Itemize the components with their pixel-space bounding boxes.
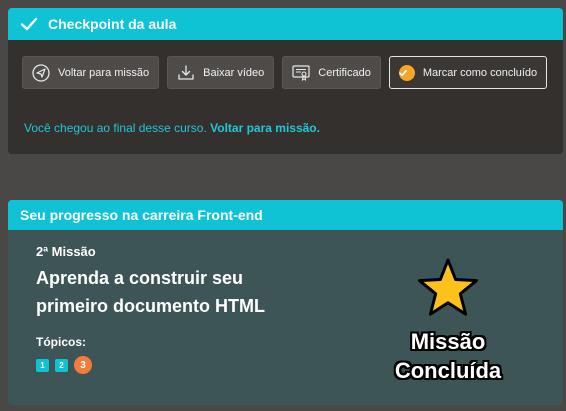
mission-title: Aprenda a construir seu primeiro documen… [36,268,265,316]
course-end-text: Você chegou ao final desse curso. [24,121,207,135]
check-circle-icon [398,64,415,81]
career-progress-card: Seu progresso na carreira Front-end 2ª M… [8,200,563,405]
checkpoint-title: Checkpoint da aula [48,16,177,32]
mark-complete-button[interactable]: Marcar como concluído [388,56,548,89]
course-end-message: Você chegou ao final desse curso. Voltar… [24,121,320,135]
send-icon [32,63,50,82]
topics-list: 1 2 3 [36,356,92,374]
topic-badge-3[interactable]: 3 [74,356,92,374]
mark-complete-label: Marcar como concluído [422,66,538,79]
checkpoint-actions: Voltar para missão Baixar vídeo Certific… [22,56,548,89]
certificate-icon [292,64,310,81]
mission-status-line1: Missão [410,329,486,354]
checkpoint-header: Checkpoint da aula [8,8,563,40]
mission-status-line2: Concluída [394,358,502,383]
mission-number: 2ª Missão [36,244,96,259]
check-icon [20,15,38,33]
download-icon [178,64,194,80]
back-to-mission-link[interactable]: Voltar para missão. [210,121,320,135]
checkpoint-card: Checkpoint da aula Voltar para missão Ba… [8,8,563,154]
download-video-label: Baixar vídeo [203,66,265,79]
progress-header: Seu progresso na carreira Front-end [8,200,563,230]
certificate-button[interactable]: Certificado [282,56,381,89]
topic-badge-1[interactable]: 1 [36,358,49,372]
back-to-mission-label: Voltar para missão [58,66,150,79]
topics-label: Tópicos: [36,335,86,349]
star-icon [418,258,478,316]
topic-badge-2[interactable]: 2 [55,358,68,372]
download-video-button[interactable]: Baixar vídeo [167,56,275,89]
back-to-mission-button[interactable]: Voltar para missão [22,56,160,89]
certificate-label: Certificado [318,66,371,79]
mission-complete-status: Missão Concluída [368,327,528,385]
